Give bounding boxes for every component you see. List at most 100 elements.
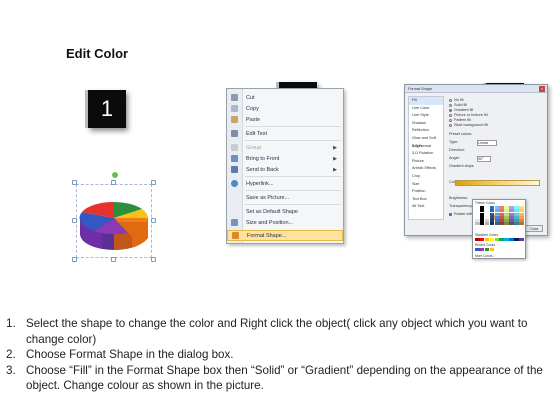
more-colors-link[interactable]: More Colors...: [475, 254, 495, 258]
fill-option-slide-bg[interactable]: Slide background fill: [449, 123, 488, 127]
category-text-box[interactable]: Text Box: [409, 196, 443, 204]
category-line-color[interactable]: Line Color: [409, 105, 443, 113]
category-3d-format[interactable]: 3-D Format: [409, 143, 443, 151]
menu-item-copy[interactable]: Copy: [227, 103, 343, 114]
category-picture[interactable]: Picture: [409, 158, 443, 166]
context-menu: Cut Copy Paste Edit Text Group ▶ Bring t…: [226, 88, 344, 244]
menu-item-bring-to-front[interactable]: Bring to Front ▶: [227, 153, 343, 164]
instruction-step-2-text: Choose Format Shape in the dialog box.: [26, 348, 234, 361]
fill-option-slide-bg-label: Slide background fill: [454, 123, 488, 127]
color-swatch[interactable]: [519, 222, 524, 226]
gradient-stops-bar[interactable]: [455, 180, 540, 186]
color-swatch[interactable]: [484, 248, 490, 251]
category-3d-rotation[interactable]: 3-D Rotation: [409, 150, 443, 158]
instruction-step-3: 3. Choose “Fill” in the Format Shape box…: [6, 363, 554, 394]
fill-option-solid-label: Solid fill: [454, 103, 468, 107]
menu-item-set-default-shape[interactable]: Set as Default Shape: [227, 206, 343, 217]
selected-pie-shape[interactable]: [72, 180, 156, 262]
color-swatch[interactable]: [519, 238, 524, 241]
type-select[interactable]: Linear: [477, 140, 497, 146]
color-swatch[interactable]: [489, 222, 495, 226]
recent-colors-label: Recent Colors: [475, 243, 496, 247]
fill-option-solid[interactable]: Solid fill: [449, 103, 467, 107]
fill-option-gradient-label: Gradient fill: [454, 108, 474, 112]
theme-colors-label: Theme Colors: [475, 201, 496, 205]
category-position[interactable]: Position: [409, 188, 443, 196]
category-fill[interactable]: Fill: [409, 97, 443, 105]
color-swatch[interactable]: [475, 248, 480, 251]
menu-item-size-and-position-label: Size and Position...: [246, 219, 294, 226]
category-artistic-effects[interactable]: Artistic Effects: [409, 165, 443, 173]
submenu-arrow-icon: ▶: [333, 166, 337, 173]
category-glow[interactable]: Glow and Soft Edges: [409, 135, 443, 148]
menu-item-paste[interactable]: Paste: [227, 114, 343, 125]
color-swatch[interactable]: [475, 238, 480, 241]
color-swatch[interactable]: [514, 238, 519, 241]
color-swatch[interactable]: [479, 222, 485, 226]
dialog-category-list: Fill Line Color Line Style Shadow Reflec…: [408, 96, 444, 220]
color-swatch[interactable]: [479, 248, 485, 251]
color-swatch[interactable]: [489, 238, 495, 241]
menu-separator: [245, 190, 341, 191]
standard-color-grid[interactable]: [475, 238, 524, 241]
edit-text-icon: [231, 130, 238, 137]
bring-front-icon: [231, 155, 238, 162]
menu-item-size-and-position[interactable]: Size and Position...: [227, 217, 343, 228]
menu-item-set-default-shape-label: Set as Default Shape: [246, 208, 298, 215]
color-swatch[interactable]: [499, 238, 505, 241]
color-swatch[interactable]: [489, 248, 495, 251]
color-swatch[interactable]: [509, 238, 514, 241]
angle-label: Angle:: [449, 156, 460, 160]
color-swatch[interactable]: [504, 238, 509, 241]
close-button[interactable]: Close: [525, 225, 543, 232]
gradient-stops-label: Gradient stops: [449, 164, 474, 168]
color-swatch[interactable]: [514, 222, 519, 226]
fill-option-picture[interactable]: Picture or texture fill: [449, 113, 488, 117]
category-reflection[interactable]: Reflection: [409, 127, 443, 135]
theme-color-grid[interactable]: [475, 206, 524, 226]
color-swatch[interactable]: [479, 238, 485, 241]
color-swatch[interactable]: [499, 222, 505, 226]
color-swatch[interactable]: [504, 222, 509, 226]
category-size[interactable]: Size: [409, 181, 443, 189]
color-swatch[interactable]: [484, 222, 490, 226]
angle-input[interactable]: 90°: [477, 156, 491, 162]
fill-option-picture-label: Picture or texture fill: [454, 113, 488, 117]
category-crop[interactable]: Crop: [409, 173, 443, 181]
recent-color-grid[interactable]: [475, 248, 524, 251]
instructions-list: 1. Select the shape to change the color …: [6, 316, 554, 394]
menu-item-format-shape-label: Format Shape...: [247, 232, 287, 239]
instruction-step-3-number: 3.: [6, 363, 16, 377]
color-swatch[interactable]: [494, 222, 500, 226]
menu-item-edit-text[interactable]: Edit Text: [227, 128, 343, 139]
color-swatch[interactable]: [475, 222, 480, 226]
fill-option-pattern[interactable]: Pattern fill: [449, 118, 471, 122]
menu-item-save-as-picture[interactable]: Save as Picture...: [227, 192, 343, 203]
color-swatch[interactable]: [494, 238, 500, 241]
color-swatch[interactable]: [484, 238, 490, 241]
menu-item-copy-label: Copy: [246, 105, 259, 112]
rotation-handle[interactable]: [112, 172, 118, 178]
category-alt-text[interactable]: Alt Text: [409, 203, 443, 211]
menu-item-send-to-back[interactable]: Send to Back ▶: [227, 164, 343, 175]
category-line-style[interactable]: Line Style: [409, 112, 443, 120]
menu-item-format-shape[interactable]: Format Shape...: [227, 230, 343, 241]
transparency-label: Transparency:: [449, 204, 474, 208]
menu-item-hyperlink[interactable]: Hyperlink...: [227, 178, 343, 189]
fill-option-gradient[interactable]: Gradient fill: [449, 108, 473, 112]
instruction-step-2: 2. Choose Format Shape in the dialog box…: [6, 347, 554, 363]
close-icon[interactable]: ×: [539, 86, 545, 92]
menu-item-cut[interactable]: Cut: [227, 92, 343, 103]
color-swatch[interactable]: [509, 222, 514, 226]
category-shadow[interactable]: Shadow: [409, 120, 443, 128]
send-back-icon: [231, 166, 238, 173]
hyperlink-icon: [231, 180, 238, 187]
menu-item-group[interactable]: Group ▶: [227, 142, 343, 153]
menu-separator: [245, 204, 341, 205]
type-label: Type:: [449, 140, 459, 144]
color-picker-popup: Theme Colors Standard Colors Recent Colo…: [472, 199, 526, 259]
standard-colors-label: Standard Colors: [475, 233, 499, 237]
dialog-titlebar: Format Shape ×: [405, 85, 547, 93]
menu-item-hyperlink-label: Hyperlink...: [246, 180, 274, 187]
fill-option-no-fill[interactable]: No fill: [449, 98, 464, 102]
